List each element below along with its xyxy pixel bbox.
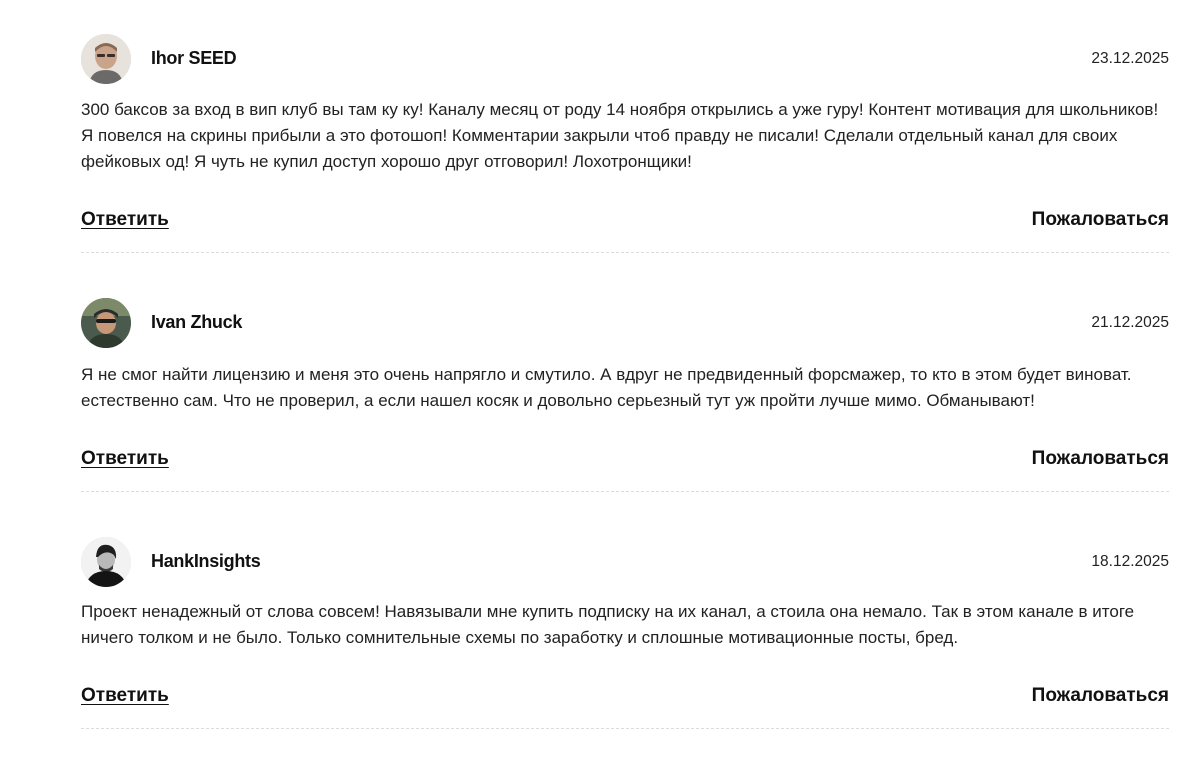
user-photo-icon	[81, 298, 131, 348]
user-photo-icon	[81, 34, 131, 84]
reply-link[interactable]: Ответить	[81, 448, 169, 470]
comment-author: Ivan Zhuck	[151, 312, 243, 332]
comment-header: Ihor SEED 23.12.2025	[81, 34, 1169, 84]
comment-text: Я не смог найти лицензию и меня это очен…	[81, 365, 1132, 410]
comment-date: 21.12.2025	[1091, 314, 1169, 331]
comment-text: 300 баксов за вход в вип клуб вы там ку …	[81, 100, 1159, 171]
comment-item: Ivan Zhuck 21.12.2025 Я не смог найти ли…	[81, 253, 1169, 492]
comment-date: 23.12.2025	[1091, 50, 1169, 67]
avatar	[81, 537, 131, 587]
reply-link[interactable]: Ответить	[81, 685, 169, 707]
report-link[interactable]: Пожаловаться	[1032, 685, 1169, 707]
comments-list: Ihor SEED 23.12.2025 300 баксов за вход …	[81, 0, 1169, 729]
user-photo-icon	[81, 537, 131, 587]
avatar	[81, 298, 131, 348]
comment-author: Ihor SEED	[151, 48, 237, 68]
comment-item: HankInsights 18.12.2025 Проект ненадежны…	[81, 492, 1169, 729]
comment-header: Ivan Zhuck 21.12.2025	[81, 298, 1169, 348]
comment-item: Ihor SEED 23.12.2025 300 баксов за вход …	[81, 0, 1169, 253]
reply-link[interactable]: Ответить	[81, 209, 169, 231]
avatar	[81, 34, 131, 84]
comment-date: 18.12.2025	[1091, 553, 1169, 570]
report-link[interactable]: Пожаловаться	[1032, 209, 1169, 231]
comment-author: HankInsights	[151, 551, 261, 571]
comment-header: HankInsights 18.12.2025	[81, 537, 1169, 587]
comment-text: Проект ненадежный от слова совсем! Навяз…	[81, 602, 1135, 647]
report-link[interactable]: Пожаловаться	[1032, 448, 1169, 470]
